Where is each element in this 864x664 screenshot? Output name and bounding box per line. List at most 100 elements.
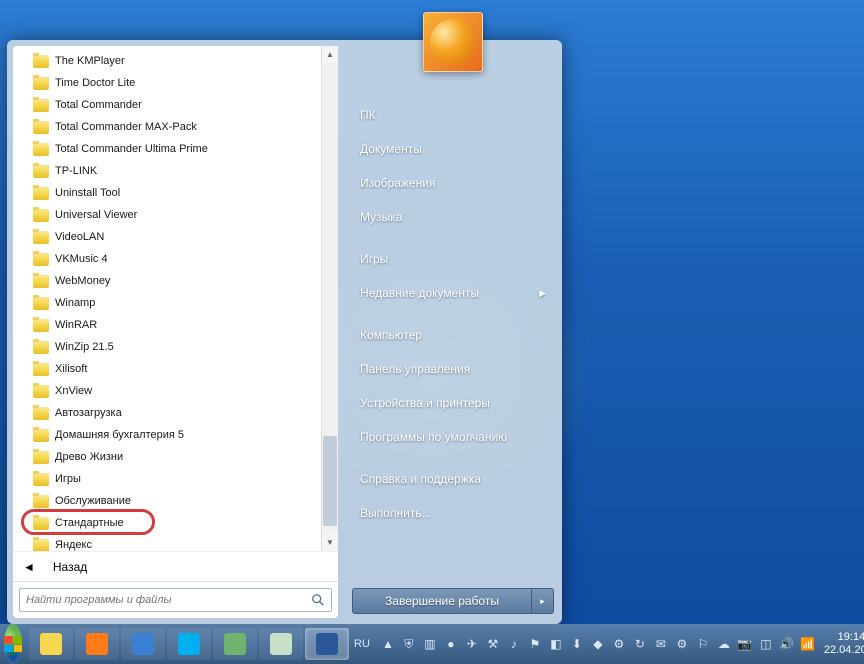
util-icon[interactable]: ◧: [548, 636, 564, 652]
plane-icon[interactable]: ✈: [464, 636, 480, 652]
refresh-icon[interactable]: ↻: [632, 636, 648, 652]
monitor-icon: [224, 633, 246, 655]
back-label: Назад: [53, 560, 87, 574]
cam-icon[interactable]: 📷: [737, 636, 753, 652]
program-folder-item[interactable]: Стандартные: [13, 512, 338, 534]
program-label: Winamp: [55, 297, 95, 309]
taskbar: RU ▲ ⛨ ▥ ● ✈ ⚒ ♪ ⚑ ◧ ⬇ ◆ ⚙ ↻ ✉ ⚙ ⚐ ☁ 📷 ◫ 🔊 📶 19:14 22.04.201…: [0, 624, 864, 664]
program-folder-item[interactable]: Time Doctor Lite: [13, 72, 338, 94]
chevron-up-icon[interactable]: ▲: [380, 636, 396, 652]
tool-icon[interactable]: ⚒: [485, 636, 501, 652]
folder-icon: [33, 385, 49, 398]
right-panel-item[interactable]: Справка и поддержка: [344, 462, 562, 496]
program-folder-item[interactable]: Яндекс: [13, 534, 338, 551]
volume-icon[interactable]: 🔊: [779, 636, 795, 652]
user-picture[interactable]: [423, 12, 483, 72]
flag-icon[interactable]: ⚑: [527, 636, 543, 652]
taskbar-app-button[interactable]: [167, 628, 211, 660]
search-input[interactable]: [26, 594, 311, 606]
scrollbar[interactable]: ▲ ▼: [321, 46, 338, 551]
program-folder-item[interactable]: The KMPlayer: [13, 50, 338, 72]
right-panel-label: Игры: [360, 252, 388, 266]
shutdown-button[interactable]: Завершение работы: [352, 588, 532, 614]
search-box[interactable]: [19, 588, 332, 612]
program-folder-item[interactable]: WinRAR: [13, 314, 338, 336]
program-folder-item[interactable]: VideoLAN: [13, 226, 338, 248]
program-folder-item[interactable]: WinZip 21.5: [13, 336, 338, 358]
right-panel-item[interactable]: Панель управления: [344, 352, 562, 386]
folder-icon: [33, 363, 49, 376]
program-label: Total Commander MAX-Pack: [55, 121, 197, 133]
program-label: Total Commander Ultima Prime: [55, 143, 208, 155]
folder-icon: [33, 539, 49, 552]
clock[interactable]: 19:14 22.04.2018: [822, 631, 864, 657]
folder-icon: [33, 143, 49, 156]
program-folder-item[interactable]: XnView: [13, 380, 338, 402]
program-folder-item[interactable]: Автозагрузка: [13, 402, 338, 424]
program-folder-item[interactable]: Древо Жизни: [13, 446, 338, 468]
network-icon[interactable]: 📶: [800, 636, 816, 652]
start-button[interactable]: [4, 624, 22, 664]
gear-a-icon[interactable]: ⚙: [611, 636, 627, 652]
right-panel-item[interactable]: Музыка: [344, 200, 562, 234]
box-icon[interactable]: ◫: [758, 636, 774, 652]
taskbar-app-button[interactable]: [259, 628, 303, 660]
firefox-icon: [86, 633, 108, 655]
right-panel-item[interactable]: Устройства и принтеры: [344, 386, 562, 420]
right-panel-label: Музыка: [360, 210, 402, 224]
mail-icon: [132, 633, 154, 655]
right-panel-item[interactable]: Изображения: [344, 166, 562, 200]
right-panel-item[interactable]: Документы: [344, 132, 562, 166]
program-folder-item[interactable]: TP-LINK: [13, 160, 338, 182]
program-folder-item[interactable]: Total Commander Ultima Prime: [13, 138, 338, 160]
language-indicator[interactable]: RU: [350, 638, 374, 650]
right-panel-label: Выполнить...: [360, 506, 432, 520]
scroll-up-button[interactable]: ▲: [322, 46, 338, 63]
msg-icon[interactable]: ✉: [653, 636, 669, 652]
scroll-thumb[interactable]: [323, 436, 337, 526]
right-panel-item[interactable]: ПК: [344, 98, 562, 132]
program-folder-item[interactable]: Xilisoft: [13, 358, 338, 380]
right-panel-item[interactable]: Компьютер: [344, 318, 562, 352]
folder-icon: [33, 517, 49, 530]
folder-icon: [33, 253, 49, 266]
program-label: Домашняя бухгалтерия 5: [55, 429, 184, 441]
clock-time: 19:14: [824, 631, 864, 644]
program-folder-item[interactable]: Домашняя бухгалтерия 5: [13, 424, 338, 446]
right-panel-item[interactable]: Недавние документы▶: [344, 276, 562, 310]
program-folder-item[interactable]: Universal Viewer: [13, 204, 338, 226]
back-button[interactable]: ◄ Назад: [13, 551, 338, 581]
shield-icon[interactable]: ⛨: [401, 636, 417, 652]
gear-b-icon[interactable]: ⚙: [674, 636, 690, 652]
all-programs-list[interactable]: The KMPlayerTime Doctor LiteTotal Comman…: [13, 46, 338, 551]
taskbar-app-button[interactable]: [121, 628, 165, 660]
taskbar-app-button[interactable]: [29, 628, 73, 660]
right-panel-item[interactable]: Выполнить...: [344, 496, 562, 530]
program-folder-item[interactable]: VKMusic 4: [13, 248, 338, 270]
program-label: Universal Viewer: [55, 209, 137, 221]
submenu-arrow-icon: ▶: [539, 288, 546, 299]
circle-icon[interactable]: ●: [443, 636, 459, 652]
right-panel-item[interactable]: Программы по умолчанию: [344, 420, 562, 454]
program-label: VideoLAN: [55, 231, 104, 243]
shutdown-options-button[interactable]: ▸: [532, 588, 554, 614]
app-icon[interactable]: ◆: [590, 636, 606, 652]
program-folder-item[interactable]: Игры: [13, 468, 338, 490]
taskbar-app-button[interactable]: [75, 628, 119, 660]
program-folder-item[interactable]: Uninstall Tool: [13, 182, 338, 204]
right-panel-label: Документы: [360, 142, 422, 156]
scroll-down-button[interactable]: ▼: [322, 534, 338, 551]
taskbar-app-button[interactable]: [305, 628, 349, 660]
program-folder-item[interactable]: Обслуживание: [13, 490, 338, 512]
right-panel-item[interactable]: Игры: [344, 242, 562, 276]
flag2-icon[interactable]: ⚐: [695, 636, 711, 652]
program-folder-item[interactable]: Total Commander: [13, 94, 338, 116]
program-folder-item[interactable]: Total Commander MAX-Pack: [13, 116, 338, 138]
program-folder-item[interactable]: Winamp: [13, 292, 338, 314]
cloud-icon[interactable]: ☁: [716, 636, 732, 652]
taskbar-app-button[interactable]: [213, 628, 257, 660]
note-icon[interactable]: ♪: [506, 636, 522, 652]
torrent-icon[interactable]: ⬇: [569, 636, 585, 652]
display-icon[interactable]: ▥: [422, 636, 438, 652]
program-folder-item[interactable]: WebMoney: [13, 270, 338, 292]
